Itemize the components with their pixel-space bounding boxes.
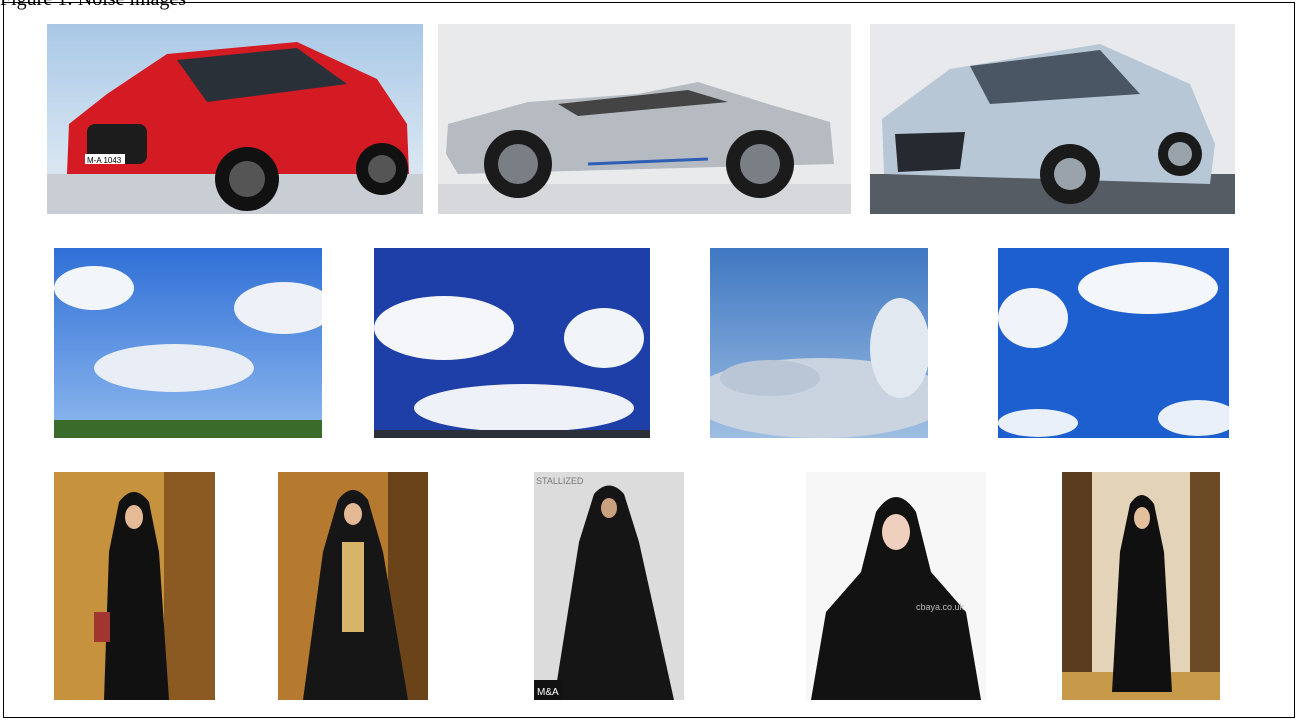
runway-banner-text: STALLIZED <box>536 476 584 486</box>
car-image-2 <box>438 24 851 214</box>
sky-image-1 <box>54 248 322 438</box>
sky-image-3 <box>710 248 928 438</box>
sky-image-4 <box>998 248 1229 438</box>
studio-watermark: cbaya.co.uk <box>916 602 965 612</box>
abaya-image-3: STALLIZED M&A <box>534 472 684 700</box>
abaya-image-5 <box>1062 472 1220 700</box>
license-plate: M-A 1043 <box>87 156 122 165</box>
abaya-image-1 <box>54 472 215 700</box>
runway-watermark: M&A <box>537 687 559 698</box>
sky-image-2 <box>374 248 650 438</box>
abaya-image-4: cbaya.co.uk <box>806 472 986 700</box>
car-image-1: M-A 1043 <box>47 24 423 214</box>
abaya-image-2 <box>278 472 428 700</box>
car-image-3 <box>870 24 1235 214</box>
